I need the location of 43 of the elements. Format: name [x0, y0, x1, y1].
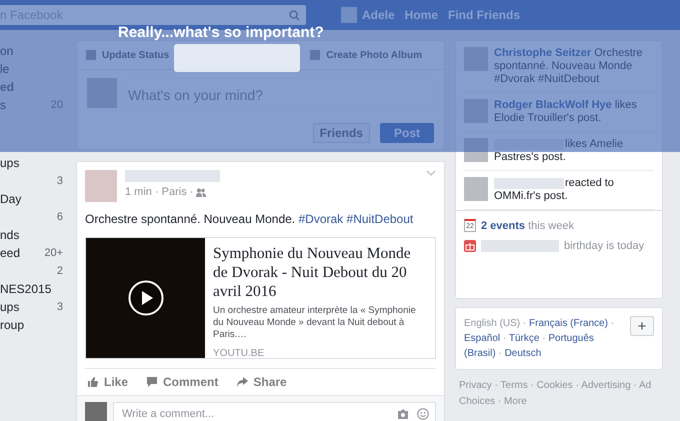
- link-preview[interactable]: Symphonie du Nouveau Monde de Dvorak - Nuit Debout du 20 avril 2016 Un orchestre amateur interprète la « Symphonie du Nouveau Monde » devant la Nuit debout à Paris.… YOUTU.BE: [85, 237, 436, 359]
- like-button[interactable]: Like: [87, 375, 128, 389]
- count-label: 3: [56, 301, 64, 313]
- comment-button[interactable]: Comment: [146, 375, 218, 389]
- count-label: 2: [56, 265, 64, 277]
- sidebar-item[interactable]: eed: [0, 246, 20, 260]
- link-description: Un orchestre amateur interprète la « Symphonie du Nouveau Monde » devant la Nuit debout à Paris.…: [213, 305, 417, 341]
- sidebar-item[interactable]: on: [0, 44, 14, 58]
- profile-link[interactable]: Adele: [362, 8, 395, 22]
- post-button[interactable]: Post: [380, 123, 434, 143]
- language-list: English (US) · Français (France) · Español · Türkçe · Português (Brasil) · Deutsch: [464, 316, 624, 361]
- composer-tab[interactable]: Create Photo Album: [309, 49, 422, 61]
- link-domain: YOUTU.BE: [213, 348, 266, 359]
- sidebar-item[interactable]: nds: [0, 228, 20, 242]
- sidebar-item[interactable]: s: [0, 98, 6, 112]
- sidebar-item[interactable]: NES2015: [0, 282, 52, 296]
- sidebar-item[interactable]: le: [0, 62, 10, 76]
- ticker-story[interactable]: reacted to OMMi.fr's post.: [494, 177, 654, 203]
- share-button[interactable]: Share: [236, 375, 287, 389]
- count-label: 6: [56, 211, 64, 223]
- ticker-story[interactable]: likes Amelie Pastres's post.: [494, 138, 654, 164]
- post-text: Orchestre spontanné. Nouveau Monde. #Dvorak #NuitDebout: [85, 212, 414, 227]
- overlay-message: Really...what's so important?: [118, 24, 324, 41]
- footer-links: Privacy · Terms · Cookies · Advertising · Ad Choices · More: [458, 379, 652, 409]
- count-label: 3: [56, 175, 64, 187]
- events-text: 2 events this week: [481, 220, 574, 232]
- sidebar-item[interactable]: roup: [0, 318, 24, 332]
- composer-tab[interactable]: Update Status: [85, 49, 170, 61]
- sidebar-item[interactable]: Day: [0, 192, 22, 206]
- ticker-story[interactable]: Christophe Seitzer Orchestre spontanné. Nouveau Monde #Dvorak #NuitDebout: [494, 47, 654, 86]
- sidebar-item[interactable]: ups: [0, 300, 20, 314]
- comment-field[interactable]: Write a comment...: [113, 402, 436, 421]
- link-title: Symphonie du Nouveau Monde de Dvorak - Nuit Debout du 20 avril 2016: [213, 244, 412, 301]
- post-meta: 1 min · Paris ·: [125, 186, 194, 198]
- sidebar-heading[interactable]: ed: [0, 80, 14, 94]
- add-language-button[interactable]: +: [630, 316, 654, 336]
- nav-link[interactable]: Home: [404, 8, 438, 22]
- sidebar-item[interactable]: ups: [0, 156, 20, 170]
- birthday-text: birthday is today: [564, 240, 644, 252]
- ticker-story[interactable]: Rodger BlackWolf Hye likes Elodie Trouiller's post.: [494, 99, 654, 125]
- audience-button[interactable]: Friends: [312, 123, 370, 143]
- count-label: 20+: [44, 247, 64, 259]
- nav-link[interactable]: Find Friends: [448, 8, 520, 22]
